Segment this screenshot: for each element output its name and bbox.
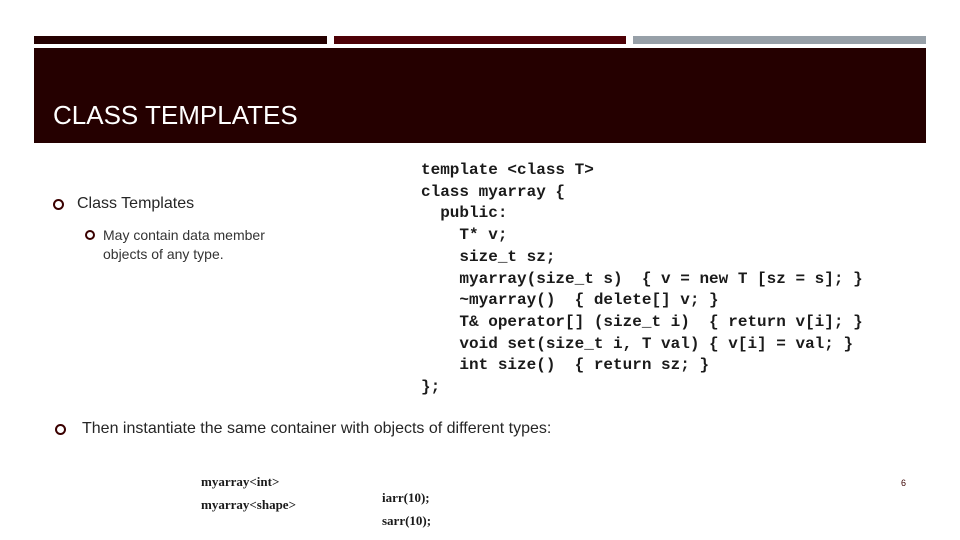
code-line: class myarray { <box>421 182 566 201</box>
page-number: 6 <box>901 478 907 488</box>
instantiation-row: myarray<shape> sarr(10); <box>0 481 960 528</box>
bullet-data-members: May contain data member objects of any t… <box>103 227 265 262</box>
code-line: size_t sz; <box>421 247 556 266</box>
slide-title: CLASS TEMPLATES <box>53 100 298 130</box>
code-line: T& operator[] (size_t i) { return v[i]; … <box>421 312 863 331</box>
accent-bar-red <box>334 36 626 44</box>
code-block: template <class T> class myarray { public… <box>421 160 863 399</box>
instantiation-row: myarray<int> iarr(10); <box>0 458 960 505</box>
bullet-circle-icon <box>85 230 95 240</box>
code-line: template <class T> <box>421 161 594 179</box>
code-line: myarray(size_t s) { v = new T [sz = s]; … <box>421 269 863 288</box>
accent-bar-dark <box>34 36 327 44</box>
code-line: ~myarray() { delete[] v; } <box>421 291 719 310</box>
title-banner: CLASS TEMPLATES <box>34 48 926 143</box>
bullet-circle-icon <box>53 199 64 210</box>
code-line: int size() { return sz; } <box>421 356 710 375</box>
instantiation-decl: sarr(10); <box>382 513 432 528</box>
instantiation-type: myarray<shape> <box>201 497 296 512</box>
bullet-class-templates: Class Templates <box>77 195 195 212</box>
code-line: void set(size_t i, T val) { v[i] = val; … <box>421 334 854 353</box>
accent-bar-gray <box>633 36 926 44</box>
code-line: }; <box>421 378 441 397</box>
bullet-circle-icon <box>55 424 66 435</box>
code-line: T* v; <box>421 226 508 245</box>
code-line: public: <box>421 204 508 223</box>
bullet-instantiate: Then instantiate the same container with… <box>82 420 552 437</box>
